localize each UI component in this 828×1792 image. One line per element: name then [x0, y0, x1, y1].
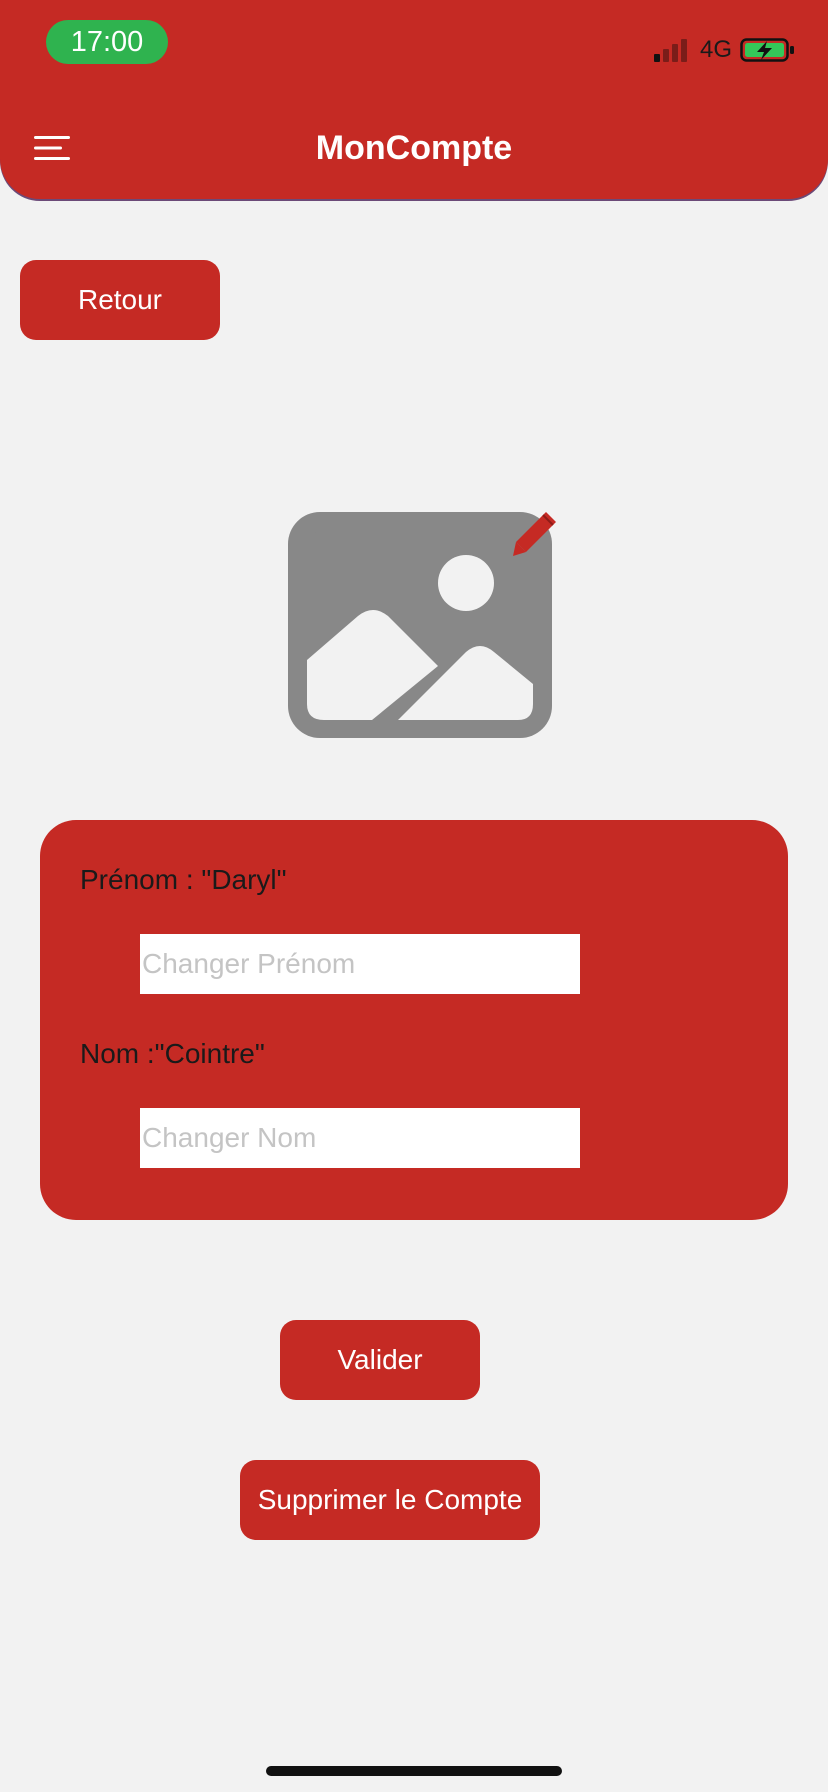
name-edit-card: Prénom : "Daryl" Nom :"Cointre" — [40, 820, 788, 1220]
firstname-input[interactable] — [140, 934, 580, 994]
pencil-icon[interactable] — [510, 510, 560, 560]
lastname-input[interactable] — [140, 1108, 580, 1168]
network-type: 4G — [700, 36, 733, 63]
home-indicator[interactable] — [266, 1766, 562, 1776]
lastname-label: Nom :"Cointre" — [80, 1038, 265, 1069]
delete-account-button[interactable]: Supprimer le Compte — [240, 1460, 540, 1540]
firstname-label: Prénom : "Daryl" — [80, 864, 287, 895]
status-time: 17:00 — [46, 20, 168, 64]
page-title: MonCompte — [315, 129, 513, 167]
battery-charging-icon — [740, 38, 794, 62]
cellular-signal-icon — [654, 39, 687, 62]
back-button[interactable]: Retour — [20, 260, 220, 340]
validate-button[interactable]: Valider — [280, 1320, 480, 1400]
app-header: 17:00 4G MonCompte — [0, 0, 828, 199]
